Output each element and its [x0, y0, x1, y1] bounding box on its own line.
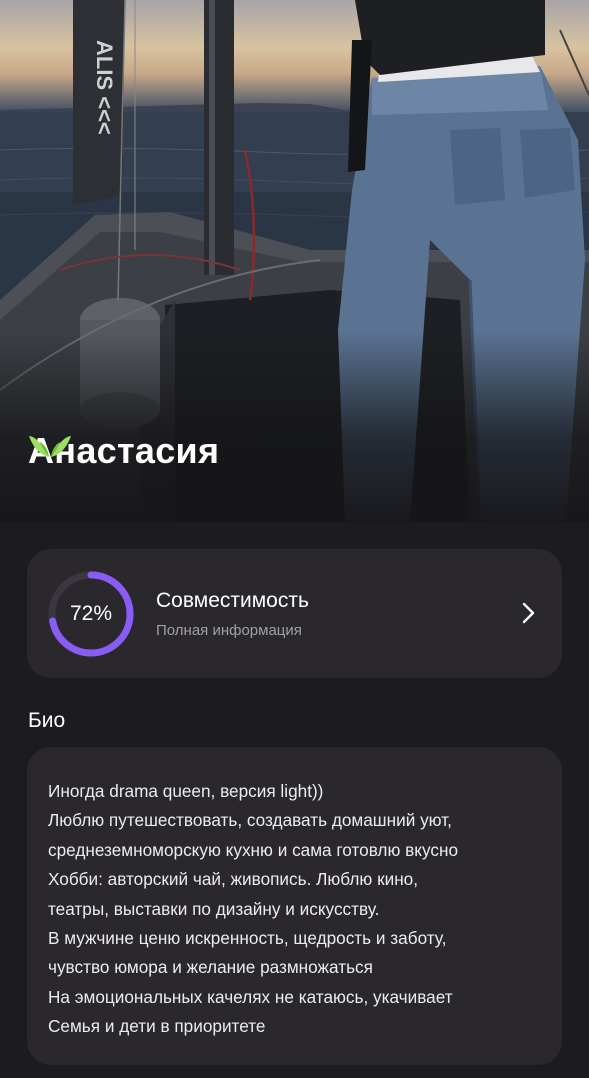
- bio-card: Иногда drama queen, версия light)) Люблю…: [27, 747, 562, 1065]
- bio-line: Семья и дети в приоритете: [48, 1016, 266, 1037]
- profile-photo[interactable]: ALIS <<< Анастасия: [0, 0, 589, 522]
- compatibility-percent: 72%: [69, 602, 113, 625]
- bio-line: На эмоциональных качелях не катаюсь, ука…: [48, 986, 453, 1007]
- bio-line: Хобби: авторский чай, живопись. Люблю ки…: [48, 869, 419, 890]
- compatibility-card[interactable]: 72% Совместимость Полная информация: [27, 549, 562, 678]
- bio-line: Люблю путешествовать, создавать домашний…: [48, 810, 452, 831]
- compatibility-subtitle: Полная информация: [156, 622, 302, 639]
- profile-content: 72% Совместимость Полная информация Био …: [0, 522, 589, 1078]
- bio-heading: Био: [28, 709, 66, 732]
- compatibility-title: Совместимость: [156, 589, 309, 612]
- chevron-right-icon[interactable]: [522, 602, 536, 624]
- bio-line: театры, выставки по дизайну и искусству.: [48, 898, 380, 919]
- bio-line: среднеземноморскую кухню и сама готовлю …: [48, 839, 459, 860]
- butterfly-icon: [29, 435, 275, 467]
- svg-text:ALIS <<<: ALIS <<<: [92, 40, 117, 135]
- profile-name: Анастасия: [28, 430, 275, 472]
- bio-line: чувство юмора и желание размножаться: [48, 957, 373, 978]
- bio-line: В мужчине ценю искренность, щедрость и з…: [48, 928, 447, 949]
- bio-line: Иногда drama queen, версия light)): [48, 781, 324, 801]
- photo-gradient-overlay: [0, 332, 589, 522]
